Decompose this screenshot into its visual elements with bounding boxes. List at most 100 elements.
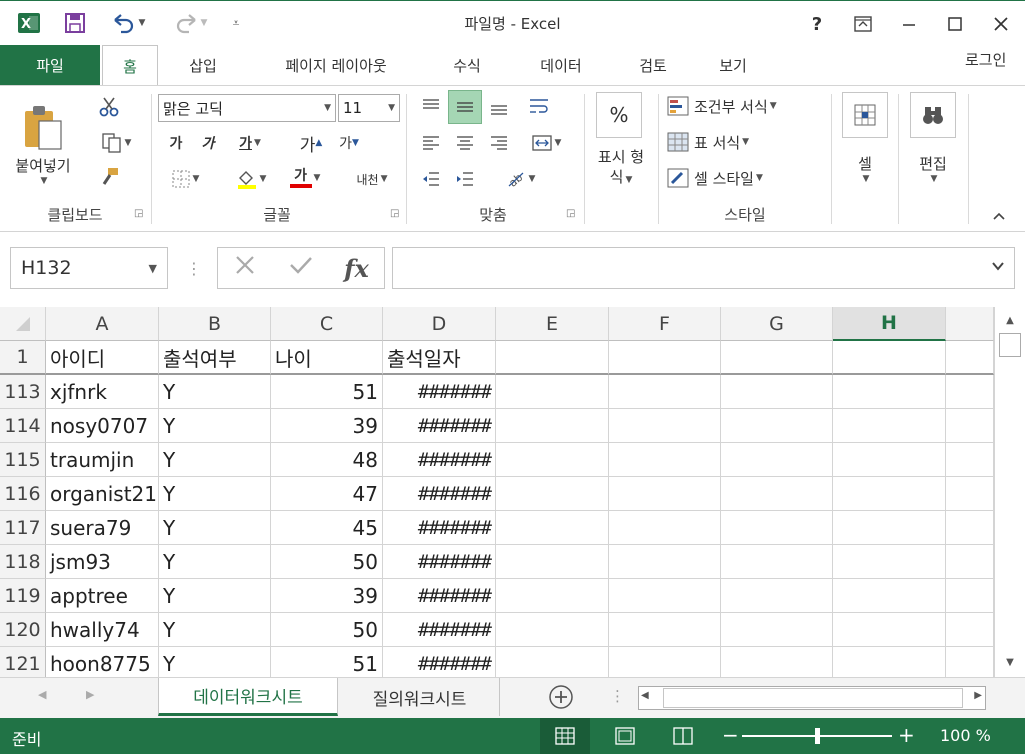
table-cell[interactable]: ####### <box>383 579 496 613</box>
table-cell[interactable] <box>496 647 609 677</box>
table-cell[interactable] <box>496 545 609 579</box>
table-cell[interactable] <box>609 477 721 511</box>
table-cell[interactable]: 48 <box>271 443 383 477</box>
format-painter-icon[interactable] <box>92 164 126 190</box>
table-cell[interactable] <box>833 647 946 677</box>
sign-in-link[interactable]: 로그인 <box>965 49 1006 70</box>
table-cell[interactable]: ####### <box>383 409 496 443</box>
table-cell[interactable] <box>833 511 946 545</box>
increase-indent-icon[interactable] <box>450 164 480 194</box>
table-cell[interactable] <box>946 443 994 477</box>
row-header[interactable]: 121 <box>0 647 46 677</box>
scroll-right-arrow-icon[interactable]: ▶ <box>974 690 982 701</box>
clipboard-launcher-icon[interactable]: ◲ <box>134 208 146 220</box>
scroll-up-arrow-icon[interactable]: ▲ <box>999 309 1021 331</box>
table-cell[interactable]: xjfnrk <box>46 375 159 409</box>
tab-formulas[interactable]: 수식 <box>436 45 498 85</box>
table-cell[interactable]: traumjin <box>46 443 159 477</box>
zoom-in-button[interactable]: + <box>898 723 915 747</box>
scroll-down-arrow-icon[interactable]: ▼ <box>999 651 1021 673</box>
cells-label-button[interactable]: 셀 ▼ <box>842 144 888 192</box>
formula-input[interactable] <box>392 247 1015 289</box>
table-cell[interactable] <box>609 409 721 443</box>
table-cell[interactable] <box>946 477 994 511</box>
worksheet-grid[interactable]: A B C D E F G H 1 아이디 출석여부 나이 출석일자 113 xjfnrk Y… <box>0 307 994 677</box>
row-header[interactable]: 118 <box>0 545 46 579</box>
align-left-icon[interactable] <box>416 128 446 158</box>
table-cell[interactable]: Y <box>159 443 271 477</box>
collapse-ribbon-icon[interactable] <box>988 206 1010 226</box>
alignment-launcher-icon[interactable]: ◲ <box>566 208 578 220</box>
table-cell[interactable]: ####### <box>383 511 496 545</box>
column-header-partial[interactable] <box>946 307 994 341</box>
copy-icon[interactable]: ▼ <box>92 130 140 156</box>
minimize-button[interactable] <box>892 7 926 41</box>
table-cell[interactable]: Y <box>159 579 271 613</box>
font-size-select[interactable]: 11 ▼ <box>338 94 400 122</box>
table-cell[interactable]: jsm93 <box>46 545 159 579</box>
cut-icon[interactable] <box>92 94 126 120</box>
zoom-slider-thumb[interactable] <box>815 728 820 744</box>
table-cell[interactable] <box>946 545 994 579</box>
tab-view[interactable]: 보기 <box>702 45 764 85</box>
table-cell[interactable] <box>833 341 946 375</box>
align-center-icon[interactable] <box>450 128 480 158</box>
tab-page-layout[interactable]: 페이지 레이아웃 <box>250 45 422 85</box>
table-cell[interactable]: ####### <box>383 647 496 677</box>
table-cell[interactable] <box>833 545 946 579</box>
number-format-label[interactable]: 표시 형 식 ▼ <box>588 144 654 192</box>
table-cell[interactable] <box>496 341 609 375</box>
table-cell[interactable]: 45 <box>271 511 383 545</box>
decrease-indent-icon[interactable] <box>416 164 446 194</box>
help-button[interactable]: ? <box>800 7 834 41</box>
align-right-icon[interactable] <box>484 128 514 158</box>
table-cell[interactable]: 아이디 <box>46 341 159 375</box>
sheet-tab-data[interactable]: 데이터워크시트 <box>158 678 338 716</box>
maximize-button[interactable] <box>938 7 972 41</box>
select-all-corner[interactable] <box>0 307 46 341</box>
table-cell[interactable] <box>496 477 609 511</box>
ribbon-display-options-icon[interactable] <box>846 7 880 41</box>
table-cell[interactable]: 51 <box>271 375 383 409</box>
row-header[interactable]: 115 <box>0 443 46 477</box>
row-header[interactable]: 120 <box>0 613 46 647</box>
table-cell[interactable]: 50 <box>271 545 383 579</box>
table-cell[interactable]: nosy0707 <box>46 409 159 443</box>
table-cell[interactable] <box>721 477 833 511</box>
table-cell[interactable]: suera79 <box>46 511 159 545</box>
row-header[interactable]: 1 <box>0 341 46 375</box>
table-cell[interactable] <box>721 443 833 477</box>
format-as-table-button[interactable]: 표 서식 ▼ <box>666 128 786 156</box>
table-cell[interactable] <box>496 613 609 647</box>
horizontal-scrollbar[interactable]: ◀ ▶ <box>638 686 986 710</box>
table-cell[interactable]: 출석여부 <box>159 341 271 375</box>
table-cell[interactable]: hoon8775 <box>46 647 159 677</box>
row-header[interactable]: 116 <box>0 477 46 511</box>
paste-button[interactable]: 붙여넣기 ▼ <box>8 94 78 194</box>
table-cell[interactable] <box>496 443 609 477</box>
table-cell[interactable] <box>721 409 833 443</box>
table-cell[interactable]: 51 <box>271 647 383 677</box>
align-middle-icon[interactable] <box>448 90 482 124</box>
align-bottom-icon[interactable] <box>484 92 514 122</box>
page-layout-view-button[interactable] <box>602 718 648 754</box>
scroll-left-arrow-icon[interactable]: ◀ <box>641 690 649 701</box>
table-cell[interactable]: Y <box>159 613 271 647</box>
table-cell[interactable]: hwally74 <box>46 613 159 647</box>
borders-button[interactable]: ▼ <box>162 166 208 192</box>
expand-formula-bar-icon[interactable] <box>990 258 1006 278</box>
phonetic-button[interactable]: 내천 ▼ <box>346 166 398 192</box>
table-cell[interactable] <box>946 647 994 677</box>
grow-font-button[interactable]: 가 ▲ <box>296 130 326 156</box>
column-header-g[interactable]: G <box>721 307 833 341</box>
tab-review[interactable]: 검토 <box>622 45 684 85</box>
italic-button[interactable]: 가 <box>196 130 220 156</box>
table-cell[interactable]: 50 <box>271 613 383 647</box>
table-cell[interactable]: 출석일자 <box>383 341 496 375</box>
column-header-d[interactable]: D <box>383 307 496 341</box>
wrap-text-icon[interactable] <box>522 92 556 122</box>
table-cell[interactable] <box>496 409 609 443</box>
align-top-icon[interactable] <box>416 92 446 122</box>
table-cell[interactable] <box>946 613 994 647</box>
next-sheet-icon[interactable]: ▶ <box>86 688 94 701</box>
